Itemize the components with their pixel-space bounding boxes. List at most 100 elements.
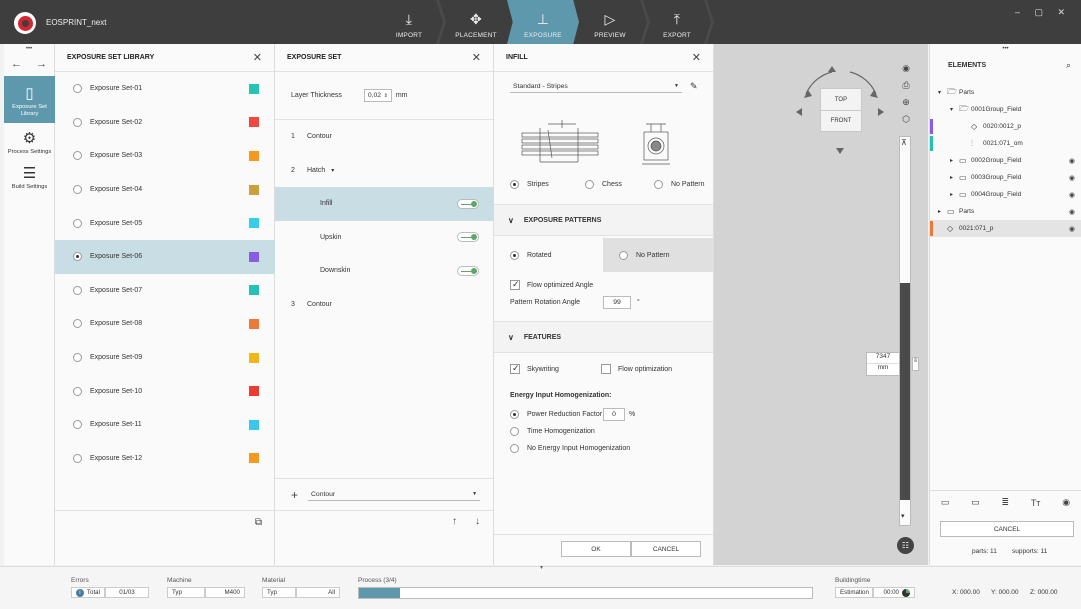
radio-time-homogenization[interactable] <box>510 427 519 436</box>
eye-icon[interactable]: ◉ <box>1069 225 1075 233</box>
set-radio[interactable] <box>73 353 82 363</box>
exposure-set-row[interactable]: Exposure Set-01 <box>55 72 274 106</box>
eye-icon[interactable]: ◉ <box>1069 208 1075 216</box>
eye-icon[interactable]: ◉ <box>1062 497 1070 508</box>
set-color-swatch[interactable] <box>249 453 259 464</box>
text-icon[interactable]: Tт <box>1031 498 1041 508</box>
eos-logo-icon[interactable] <box>14 12 36 34</box>
tab-export[interactable]: ⤒ EXPORT <box>652 0 702 44</box>
radio-no-pattern-exposure[interactable] <box>619 250 628 260</box>
collapse-chevron-icon[interactable]: ▾ <box>540 564 543 571</box>
exposure-set-row[interactable]: Exposure Set-06 <box>55 239 282 274</box>
exposure-step-row[interactable]: 2 Hatch ▾ <box>275 154 493 188</box>
set-color-swatch[interactable] <box>249 184 259 195</box>
set-color-swatch[interactable] <box>249 285 259 296</box>
set-color-swatch[interactable] <box>249 386 259 397</box>
chevron-down-icon[interactable]: ▾ <box>331 167 334 174</box>
cancel-button[interactable]: CANCEL <box>631 541 701 557</box>
exposure-set-row[interactable]: Exposure Set-03 <box>55 139 274 173</box>
set-color-swatch[interactable] <box>249 150 259 161</box>
close-icon[interactable]: ✕ <box>253 51 262 64</box>
expand-caret-icon[interactable]: ▸ <box>938 208 947 215</box>
tree-item[interactable]: ▸ ▭ Parts ◉ <box>930 203 1081 220</box>
layer-height-readout[interactable]: 7347 mm <box>866 352 900 376</box>
exposure-set-row[interactable]: Exposure Set-09 <box>55 341 274 375</box>
tab-import[interactable]: ⤓ IMPORT <box>384 0 434 44</box>
exposure-patterns-section[interactable]: ∨ EXPOSURE PATTERNS <box>494 204 713 236</box>
align-icon[interactable]: ≣ <box>1001 497 1009 508</box>
set-radio[interactable] <box>73 420 82 430</box>
set-radio[interactable] <box>73 151 82 161</box>
expand-caret-icon[interactable]: ▸ <box>950 174 959 181</box>
ok-button[interactable]: OK <box>561 541 631 557</box>
search-icon[interactable]: ⌕ <box>1066 60 1071 71</box>
set-color-swatch[interactable] <box>249 117 259 128</box>
features-section[interactable]: ∨ FEATURES <box>494 321 713 353</box>
tab-placement[interactable]: ✥ PLACEMENT <box>448 0 504 44</box>
set-radio[interactable] <box>73 84 82 94</box>
radio-no-pattern[interactable] <box>654 180 663 189</box>
printer-icon[interactable]: ⎙ <box>899 77 913 94</box>
cube-top-face[interactable]: TOP <box>821 89 861 111</box>
edit-pencil-icon[interactable]: ✎ <box>690 81 698 92</box>
set-radio[interactable] <box>73 386 82 396</box>
set-color-swatch[interactable] <box>249 83 259 94</box>
power-reduction-input[interactable]: 0 <box>603 408 625 421</box>
exposure-step-row[interactable]: Upskin <box>275 221 493 255</box>
folder-add-icon[interactable]: ▭ <box>971 497 980 508</box>
material-value[interactable]: All <box>296 587 340 598</box>
zoom-icon[interactable]: ⊕ <box>899 94 913 111</box>
expand-caret-icon[interactable]: ▸ <box>950 191 959 198</box>
slider-top-handle[interactable]: ⊼ <box>901 138 907 147</box>
expand-caret-icon[interactable]: ▸ <box>950 157 959 164</box>
rotation-angle-input[interactable]: 99 <box>603 296 631 309</box>
exposure-set-row[interactable]: Exposure Set-08 <box>55 307 274 341</box>
radio-rotated[interactable] <box>510 250 519 260</box>
radio-power-reduction[interactable] <box>510 410 519 419</box>
add-type-select[interactable]: Contour ▼ <box>308 488 481 501</box>
rail-build-settings[interactable]: ☰ Build Settings <box>4 160 55 195</box>
set-radio[interactable] <box>73 185 82 195</box>
option-rotated[interactable]: Rotated <box>494 238 603 272</box>
set-color-swatch[interactable] <box>249 419 259 430</box>
set-radio[interactable] <box>73 252 82 262</box>
flow-optimized-angle-checkbox[interactable] <box>510 279 520 290</box>
set-radio[interactable] <box>73 319 82 329</box>
tree-item[interactable]: ⫶ 0021:071_om <box>930 135 1081 152</box>
forward-arrow-icon[interactable]: → <box>36 58 47 70</box>
exposure-set-row[interactable]: Exposure Set-07 <box>55 274 274 308</box>
rail-exposure-set-library[interactable]: ▯ Exposure Set Library <box>4 76 55 123</box>
slider-handle-icon[interactable]: ≡ <box>912 357 919 371</box>
slider-down-arrow-icon[interactable]: ▾ <box>901 512 905 520</box>
rail-process-settings[interactable]: ⚙ Process Settings <box>4 123 55 160</box>
exposure-step-row[interactable]: 1 Contour <box>275 120 493 154</box>
tree-item[interactable]: ▾ 🗁 0001Group_Field <box>930 101 1081 118</box>
set-radio[interactable] <box>73 453 82 463</box>
step-toggle[interactable] <box>457 265 479 276</box>
expand-caret-icon[interactable]: ▾ <box>938 89 947 96</box>
step-toggle[interactable] <box>457 232 479 243</box>
elements-cancel-button[interactable]: CANCEL <box>940 521 1074 537</box>
exposure-step-row[interactable]: Infill <box>275 187 501 221</box>
close-icon[interactable]: ✕ <box>472 51 481 64</box>
infill-strategy-select[interactable]: Standard - Stripes ▼ <box>510 80 682 93</box>
rail-more-dots[interactable]: ••• <box>4 46 54 52</box>
exposure-set-row[interactable]: Exposure Set-11 <box>55 408 274 442</box>
tree-item[interactable]: ▸ ▭ 0002Group_Field ◉ <box>930 152 1081 169</box>
step-toggle[interactable] <box>457 198 479 209</box>
cube-front-face[interactable]: FRONT <box>821 111 861 131</box>
set-radio[interactable] <box>73 218 82 228</box>
move-up-icon[interactable]: ↑ <box>452 516 457 527</box>
cube-icon[interactable]: ⬡ <box>899 111 913 128</box>
set-radio[interactable] <box>73 117 82 127</box>
exposure-step-row[interactable]: 3 Contour <box>275 288 493 322</box>
tree-item[interactable]: ▸ ▭ 0003Group_Field ◉ <box>930 169 1081 186</box>
radio-chess[interactable] <box>585 180 594 189</box>
skywriting-checkbox[interactable] <box>510 363 520 374</box>
eye-icon[interactable]: ◉ <box>1069 174 1075 182</box>
tree-item[interactable]: ◇ 0021:071_p ◉ <box>930 220 1081 237</box>
eye-icon[interactable]: ◉ <box>899 60 913 77</box>
tree-item[interactable]: ◇ 0020:0012_p <box>930 118 1081 135</box>
set-radio[interactable] <box>73 285 82 295</box>
exposure-set-row[interactable]: Exposure Set-02 <box>55 106 274 140</box>
